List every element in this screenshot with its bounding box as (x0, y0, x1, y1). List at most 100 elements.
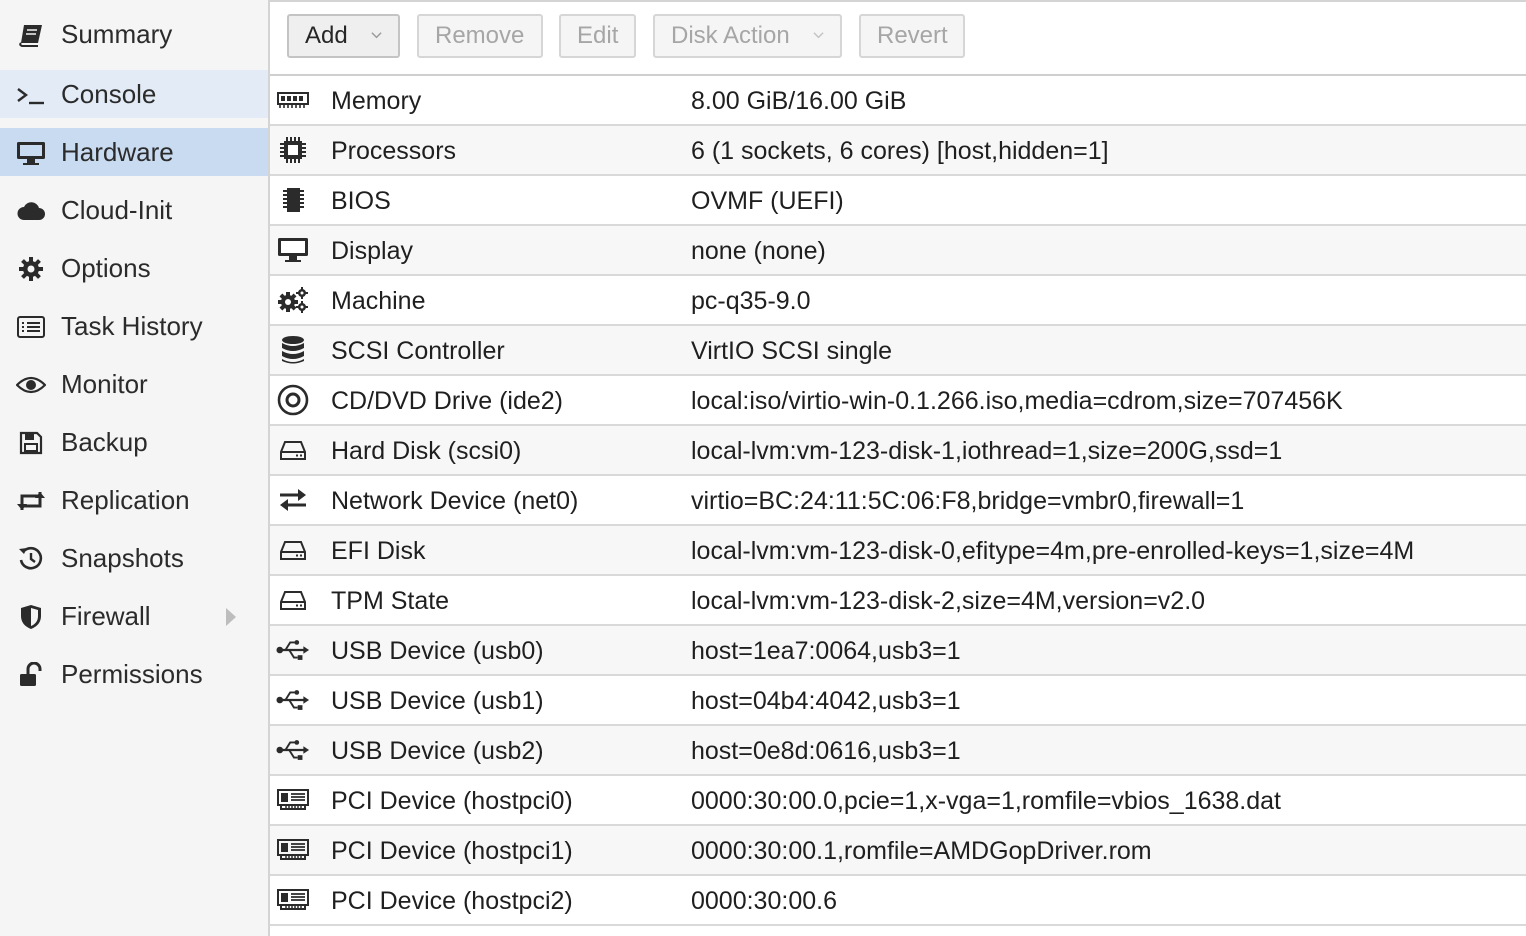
table-row[interactable]: Machine pc-q35-9.0 (270, 276, 1526, 326)
row-value: host=0e8d:0616,usb3=1 (691, 737, 961, 765)
remove-button-label: Remove (435, 22, 525, 49)
hdd-icon (276, 585, 310, 615)
row-value: 8.00 GiB/16.00 GiB (691, 87, 907, 115)
sidebar-item-backup[interactable]: Backup (0, 418, 268, 466)
sidebar-item-firewall[interactable]: Firewall (0, 592, 268, 640)
sidebar-item-label: Backup (61, 427, 148, 457)
hdd-icon (276, 535, 310, 565)
edit-button-label: Edit (577, 22, 619, 49)
row-value: virtio=BC:24:11:5C:06:F8,bridge=vmbr0,fi… (691, 487, 1245, 515)
exchange-icon (276, 485, 310, 515)
row-value: pc-q35-9.0 (691, 287, 811, 315)
table-row[interactable]: Hard Disk (scsi0) local-lvm:vm-123-disk-… (270, 426, 1526, 476)
table-row[interactable]: Display none (none) (270, 226, 1526, 276)
revert-button[interactable]: Revert (859, 14, 965, 58)
sidebar-item-label: Cloud-Init (61, 195, 173, 225)
shield-icon (16, 604, 46, 630)
sidebar-item-hardware[interactable]: Hardware (0, 128, 268, 176)
sidebar-item-label: Firewall (61, 601, 151, 631)
gear-icon (16, 256, 46, 282)
sidebar-item-label: Replication (61, 485, 190, 515)
sidebar-item-monitor[interactable]: Monitor (0, 360, 268, 408)
row-value: local-lvm:vm-123-disk-2,size=4M,version=… (691, 587, 1206, 615)
desktop-icon (16, 140, 46, 166)
row-name: PCI Device (hostpci0) (331, 787, 573, 815)
sidebar-item-summary[interactable]: Summary (0, 10, 268, 58)
cdrom-icon (276, 384, 310, 416)
table-row[interactable]: TPM State local-lvm:vm-123-disk-2,size=4… (270, 576, 1526, 626)
row-name: USB Device (usb2) (331, 737, 544, 765)
table-row[interactable]: PCI Device (hostpci2) 0000:30:00.6 (270, 876, 1526, 926)
eye-icon (16, 372, 46, 398)
row-name: EFI Disk (331, 537, 426, 565)
list-icon (16, 314, 46, 340)
sidebar-item-label: Options (61, 253, 151, 283)
disk-action-button-label: Disk Action (671, 22, 790, 49)
table-row[interactable]: Processors 6 (1 sockets, 6 cores) [host,… (270, 126, 1526, 176)
hardware-panel: Add Remove Edit Disk Action Revert Memor… (270, 0, 1526, 936)
row-name: USB Device (usb1) (331, 687, 544, 715)
row-name: BIOS (331, 187, 391, 215)
sidebar-item-label: Hardware (61, 137, 174, 167)
table-row[interactable]: PCI Device (hostpci1) 0000:30:00.1,romfi… (270, 826, 1526, 876)
row-value: host=1ea7:0064,usb3=1 (691, 637, 961, 665)
table-row[interactable]: Network Device (net0) virtio=BC:24:11:5C… (270, 476, 1526, 526)
row-name: PCI Device (hostpci2) (331, 887, 573, 915)
sidebar-item-label: Console (61, 79, 157, 109)
hdd-icon (276, 435, 310, 465)
row-value: 0000:30:00.1,romfile=AMDGopDriver.rom (691, 837, 1152, 865)
row-name: Processors (331, 137, 457, 165)
row-value: OVMF (UEFI) (691, 187, 844, 215)
microchip-icon (276, 185, 310, 215)
sidebar-item-label: Permissions (61, 659, 203, 689)
table-row[interactable]: CD/DVD Drive (ide2) local:iso/virtio-win… (270, 376, 1526, 426)
row-name: Network Device (net0) (331, 487, 579, 515)
table-row[interactable]: Memory 8.00 GiB/16.00 GiB (270, 76, 1526, 126)
expand-arrow-icon[interactable] (226, 608, 236, 626)
add-button-label: Add (305, 22, 348, 49)
table-row[interactable]: SCSI Controller VirtIO SCSI single (270, 326, 1526, 376)
row-name: Display (331, 237, 413, 265)
disk-action-button[interactable]: Disk Action (653, 14, 842, 58)
table-row[interactable]: USB Device (usb0) host=1ea7:0064,usb3=1 (270, 626, 1526, 676)
retweet-icon (16, 488, 46, 514)
revert-button-label: Revert (877, 22, 948, 49)
table-row[interactable]: PCI Device (hostpci0) 0000:30:00.0,pcie=… (270, 776, 1526, 826)
sidebar-nav: Summary Console Hardware Cloud-Init Opti… (0, 0, 270, 936)
sidebar-item-snapshots[interactable]: Snapshots (0, 534, 268, 582)
cpu-icon (276, 135, 310, 165)
desktop-icon (276, 235, 310, 265)
sidebar-item-console[interactable]: Console (0, 70, 268, 118)
table-row[interactable]: EFI Disk local-lvm:vm-123-disk-0,efitype… (270, 526, 1526, 576)
chevron-down-icon (371, 32, 382, 39)
row-value: 0000:30:00.0,pcie=1,x-vga=1,romfile=vbio… (691, 787, 1282, 815)
sidebar-item-options[interactable]: Options (0, 244, 268, 292)
sidebar-item-label: Snapshots (61, 543, 184, 573)
sidebar-item-permissions[interactable]: Permissions (0, 650, 268, 698)
row-name: Machine (331, 287, 426, 315)
table-row[interactable]: USB Device (usb1) host=04b4:4042,usb3=1 (270, 676, 1526, 726)
row-value: VirtIO SCSI single (691, 337, 893, 365)
row-name: PCI Device (hostpci1) (331, 837, 573, 865)
sidebar-item-replication[interactable]: Replication (0, 476, 268, 524)
row-name: USB Device (usb0) (331, 637, 544, 665)
book-icon (16, 22, 46, 48)
cloud-icon (16, 198, 46, 224)
usb-icon (276, 635, 310, 665)
row-value: local-lvm:vm-123-disk-0,efitype=4m,pre-e… (691, 537, 1415, 565)
row-value: none (none) (691, 237, 826, 265)
row-name: SCSI Controller (331, 337, 505, 365)
sidebar-item-cloud-init[interactable]: Cloud-Init (0, 186, 268, 234)
sidebar-item-label: Summary (61, 19, 173, 49)
history-icon (16, 546, 46, 572)
table-row[interactable]: BIOS OVMF (UEFI) (270, 176, 1526, 226)
add-button[interactable]: Add (287, 14, 400, 58)
sidebar-item-task-history[interactable]: Task History (0, 302, 268, 350)
edit-button[interactable]: Edit (559, 14, 636, 58)
remove-button[interactable]: Remove (417, 14, 543, 58)
usb-icon (276, 685, 310, 715)
row-name: CD/DVD Drive (ide2) (331, 387, 563, 415)
row-value: local:iso/virtio-win-0.1.266.iso,media=c… (691, 387, 1343, 415)
memory-icon (276, 85, 310, 115)
table-row[interactable]: USB Device (usb2) host=0e8d:0616,usb3=1 (270, 726, 1526, 776)
